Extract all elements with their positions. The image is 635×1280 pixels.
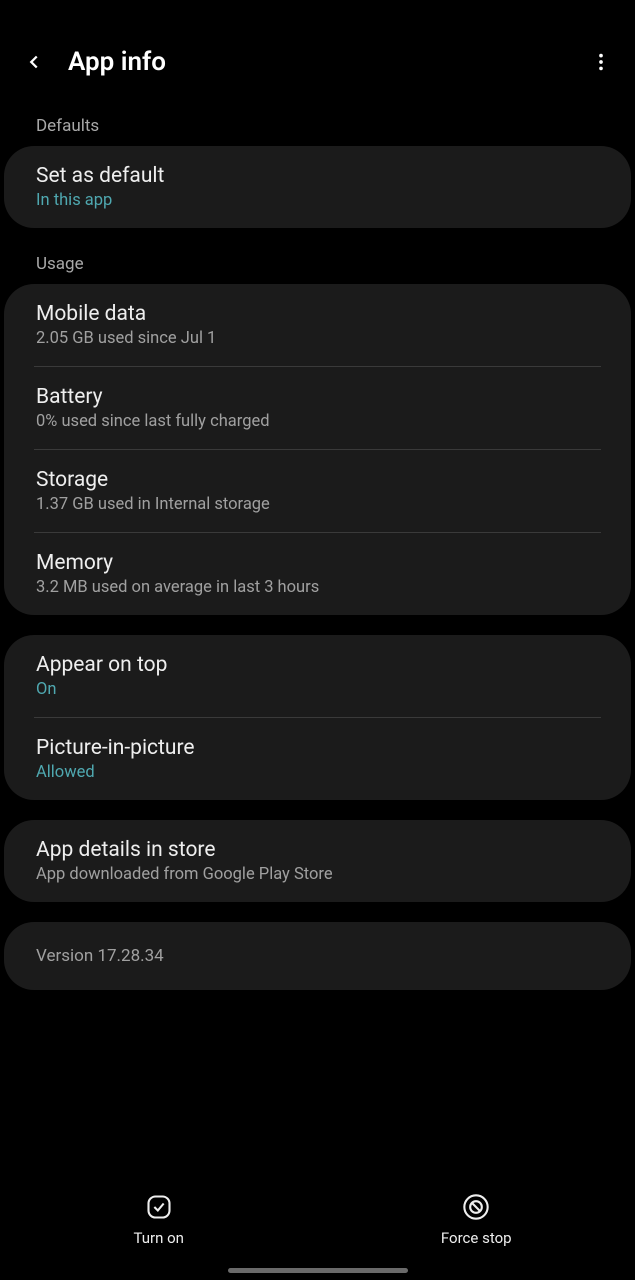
mobile-data-subtitle: 2.05 GB used since Jul 1 [36, 329, 599, 348]
app-details-in-store-item[interactable]: App details in store App downloaded from… [4, 820, 631, 902]
storage-subtitle: 1.37 GB used in Internal storage [36, 495, 599, 514]
defaults-card: Set as default In this app [4, 146, 631, 228]
force-stop-label: Force stop [441, 1229, 512, 1247]
version-text: Version 17.28.34 [36, 946, 599, 966]
set-as-default-title: Set as default [36, 164, 599, 188]
content-area: Defaults Set as default In this app Usag… [0, 110, 635, 1160]
permissions-card: Appear on top On Picture-in-picture Allo… [4, 635, 631, 800]
app-details-subtitle: App downloaded from Google Play Store [36, 865, 599, 884]
picture-in-picture-item[interactable]: Picture-in-picture Allowed [4, 718, 631, 800]
mobile-data-title: Mobile data [36, 302, 599, 326]
home-indicator[interactable] [228, 1268, 408, 1273]
battery-item[interactable]: Battery 0% used since last fully charged [4, 367, 631, 449]
usage-card: Mobile data 2.05 GB used since Jul 1 Bat… [4, 284, 631, 615]
more-options-icon[interactable] [587, 48, 615, 76]
checkmark-circle-icon [145, 1193, 173, 1221]
set-as-default-item[interactable]: Set as default In this app [4, 146, 631, 228]
memory-title: Memory [36, 551, 599, 575]
mobile-data-item[interactable]: Mobile data 2.05 GB used since Jul 1 [4, 284, 631, 366]
storage-title: Storage [36, 468, 599, 492]
battery-subtitle: 0% used since last fully charged [36, 412, 599, 431]
back-icon[interactable] [20, 48, 48, 76]
appear-on-top-item[interactable]: Appear on top On [4, 635, 631, 717]
app-details-title: App details in store [36, 838, 599, 862]
appear-on-top-subtitle: On [36, 680, 599, 699]
storage-item[interactable]: Storage 1.37 GB used in Internal storage [4, 450, 631, 532]
prohibit-icon [462, 1193, 490, 1221]
section-header-defaults: Defaults [0, 110, 635, 146]
picture-in-picture-title: Picture-in-picture [36, 736, 599, 760]
memory-item[interactable]: Memory 3.2 MB used on average in last 3 … [4, 533, 631, 615]
bottom-action-bar: Turn on Force stop [0, 1160, 635, 1280]
appear-on-top-title: Appear on top [36, 653, 599, 677]
picture-in-picture-subtitle: Allowed [36, 763, 599, 782]
memory-subtitle: 3.2 MB used on average in last 3 hours [36, 578, 599, 597]
app-header: App info [0, 0, 635, 110]
battery-title: Battery [36, 385, 599, 409]
store-card: App details in store App downloaded from… [4, 820, 631, 902]
version-card: Version 17.28.34 [4, 922, 631, 990]
set-as-default-subtitle: In this app [36, 191, 599, 210]
turn-on-button[interactable]: Turn on [0, 1160, 318, 1280]
section-header-usage: Usage [0, 248, 635, 284]
turn-on-label: Turn on [134, 1229, 184, 1247]
force-stop-button[interactable]: Force stop [318, 1160, 635, 1280]
page-title: App info [68, 47, 587, 77]
